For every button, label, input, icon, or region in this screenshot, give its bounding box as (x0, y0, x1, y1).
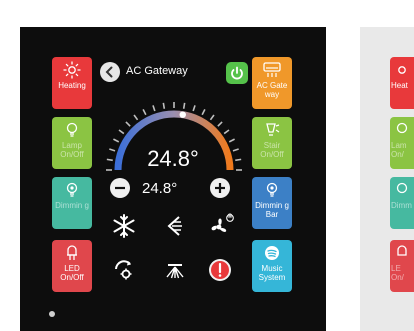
fan-badge: ⊗ (227, 213, 233, 220)
gauge-tick (228, 138, 235, 143)
decrease-button[interactable] (110, 178, 130, 198)
gauge-tick (201, 109, 206, 116)
side-tile-lamp[interactable]: Lam On/ (390, 117, 414, 169)
back-button[interactable] (100, 62, 120, 82)
current-temperature: 24.8° (147, 146, 199, 171)
mode-button[interactable] (110, 256, 138, 284)
tile-label: LE On/ (391, 264, 404, 282)
vane-icon (166, 264, 184, 279)
music-icon (252, 244, 292, 264)
status-led (49, 311, 55, 317)
vane-button[interactable] (161, 256, 189, 284)
gauge-tick (125, 121, 131, 127)
gauge-tick (209, 114, 215, 121)
gauge-tick (152, 105, 156, 112)
fan-button[interactable]: ⊗ (206, 212, 234, 240)
side-tile-led[interactable]: LE On/ (390, 240, 414, 292)
swing-button[interactable] (161, 212, 189, 240)
gauge-tick (142, 109, 147, 116)
bulb-icon (252, 181, 292, 201)
bulb-icon (390, 181, 414, 201)
stair-light-icon (252, 121, 292, 141)
bulb-icon (52, 181, 92, 201)
tile-label: Dimm (391, 201, 412, 210)
sun-icon (390, 61, 414, 81)
tile-heating[interactable]: Heating (52, 57, 92, 109)
power-icon (231, 66, 243, 80)
tile-label: Music System (258, 264, 286, 282)
side-tile-heating[interactable]: Heat (390, 57, 414, 109)
led-icon (390, 244, 414, 264)
tile-label: AC Gate way (256, 81, 288, 99)
tile-label: Heat (391, 81, 408, 90)
tile-label: Dimmin g (55, 201, 89, 210)
gauge-tick (192, 105, 196, 112)
gauge-tick (118, 129, 125, 135)
mode-icon (115, 260, 132, 280)
alert-button[interactable] (206, 256, 234, 284)
side-tile-dimming[interactable]: Dimm (390, 177, 414, 229)
gauge-tick (223, 129, 230, 135)
plus-icon (215, 183, 225, 193)
tile-label: Heating (58, 81, 86, 90)
power-button[interactable] (226, 62, 248, 84)
chevron-left-icon (105, 66, 113, 78)
setpoint-row: 24.8° (110, 178, 238, 202)
gauge-knob[interactable] (179, 111, 186, 118)
minus-icon (115, 186, 125, 190)
tile-ac-gateway[interactable]: AC Gate way (252, 57, 292, 109)
gauge-tick (182, 102, 186, 109)
alert-icon (209, 259, 231, 281)
tile-label: Dimmin g Bar (255, 201, 289, 219)
led-icon (52, 244, 92, 264)
tile-music[interactable]: Music System (252, 240, 292, 292)
gauge-tick (133, 114, 139, 121)
gauge-tick (162, 102, 166, 109)
top-bar: AC Gateway (100, 62, 248, 86)
increase-button[interactable] (210, 178, 230, 198)
tile-label: Lam On/ (391, 141, 407, 159)
snowflake-icon (113, 214, 135, 238)
gauge-tick (217, 121, 223, 127)
setpoint-value: 24.8° (142, 180, 178, 197)
bulb-icon (52, 121, 92, 141)
tile-dimming-bar[interactable]: Dimmin g Bar (252, 177, 292, 229)
bulb-icon (390, 121, 414, 141)
gauge-tick (113, 138, 120, 143)
tile-led[interactable]: LED On/Off (52, 240, 92, 292)
page-title: AC Gateway (126, 65, 188, 77)
swing-icon (167, 216, 182, 236)
sun-icon (52, 61, 92, 81)
cool-mode-button[interactable] (110, 212, 138, 240)
ac-icon (252, 61, 292, 81)
tile-label: LED On/Off (60, 264, 84, 282)
tile-dimming[interactable]: Dimmin g (52, 177, 92, 229)
